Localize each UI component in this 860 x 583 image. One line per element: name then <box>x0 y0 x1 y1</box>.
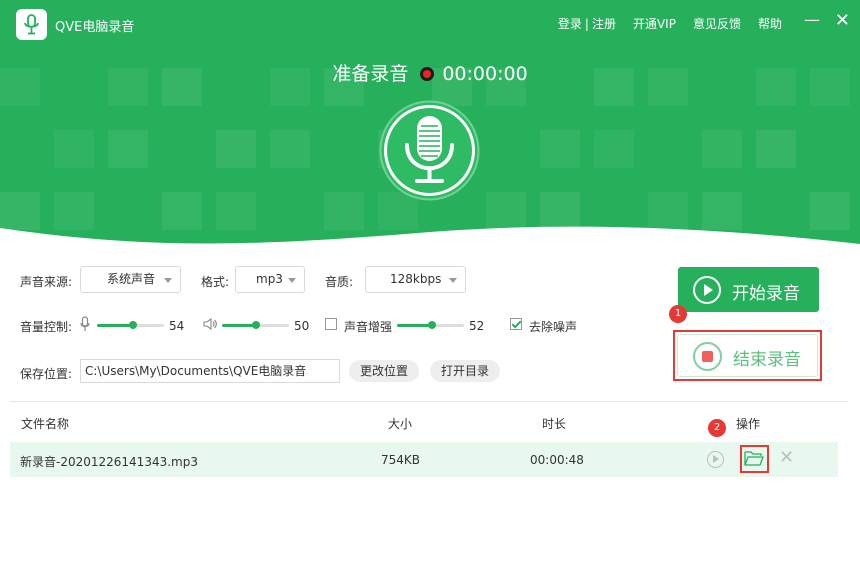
section-divider <box>10 401 848 402</box>
status-text: 准备录音 <box>332 63 409 85</box>
boost-checkbox[interactable] <box>325 318 337 330</box>
record-dot-icon <box>420 67 435 81</box>
column-header-size: 大小 <box>388 417 413 431</box>
nav-separator: | <box>584 16 589 31</box>
chevron-down-icon <box>449 278 457 283</box>
big-microphone-icon <box>379 100 480 201</box>
quality-value: 128kbps <box>390 272 442 286</box>
file-size: 754KB <box>381 453 421 467</box>
delete-close-icon[interactable]: ✕ <box>779 449 794 467</box>
format-label: 格式: <box>201 275 230 289</box>
boost-slider[interactable] <box>397 319 464 331</box>
denoise-label: 去除噪声 <box>529 320 578 334</box>
stop-icon <box>693 342 722 371</box>
change-location-button[interactable]: 更改位置 <box>349 360 419 382</box>
format-select[interactable]: mp3 <box>235 266 305 293</box>
slider-handle[interactable] <box>251 321 260 329</box>
slider-handle[interactable] <box>129 321 138 329</box>
table-row[interactable]: 新录音-20201226141343.mp3 754KB 00:00:48 ✕ <box>10 442 838 477</box>
start-recording-label: 开始录音 <box>732 284 800 304</box>
column-header-duration: 时长 <box>542 417 567 431</box>
source-value: 系统声音 <box>107 272 156 286</box>
volume-label: 音量控制: <box>20 320 73 334</box>
close-window-button[interactable]: ✕ <box>835 12 850 30</box>
open-directory-button[interactable]: 打开目录 <box>430 360 500 382</box>
record-timer: 00:00:00 <box>442 63 528 85</box>
source-select[interactable]: 系统声音 <box>80 266 181 293</box>
play-icon <box>693 276 721 304</box>
login-link[interactable]: 登录 <box>558 15 582 32</box>
speaker-volume-slider[interactable] <box>222 319 289 331</box>
top-navigation: 登录 | 注册 开通VIP 意见反馈 帮助 <box>558 15 782 32</box>
slider-handle[interactable] <box>427 321 436 329</box>
chevron-down-icon <box>288 278 296 283</box>
save-path-input[interactable]: C:\Users\My\Documents\QVE电脑录音 <box>80 359 340 383</box>
mic-volume-value: 54 <box>169 319 185 333</box>
app-logo <box>16 9 47 40</box>
file-name: 新录音-20201226141343.mp3 <box>20 455 198 469</box>
feedback-link[interactable]: 意见反馈 <box>693 15 741 32</box>
microphone-icon <box>24 14 39 35</box>
file-duration: 00:00:48 <box>530 453 584 467</box>
quality-select[interactable]: 128kbps <box>365 266 466 293</box>
speaker-volume-value: 50 <box>294 319 310 333</box>
column-header-name: 文件名称 <box>21 417 70 431</box>
chevron-down-icon <box>164 278 172 283</box>
record-status: 准备录音 00:00:00 <box>0 59 860 86</box>
help-link[interactable]: 帮助 <box>758 15 782 32</box>
register-link[interactable]: 注册 <box>592 15 616 32</box>
vip-link[interactable]: 开通VIP <box>633 15 676 32</box>
denoise-checkbox[interactable] <box>510 318 522 330</box>
annotation-badge-1: 1 <box>669 305 687 323</box>
start-recording-button[interactable]: 开始录音 <box>678 267 819 312</box>
speaker-icon <box>203 318 217 330</box>
boost-value: 52 <box>469 319 485 333</box>
play-icon[interactable] <box>707 451 724 468</box>
boost-label: 声音增强 <box>344 320 393 334</box>
annotation-badge-2: 2 <box>708 419 726 437</box>
header-banner: QVE电脑录音 登录 | 注册 开通VIP 意见反馈 帮助 — ✕ 准备录音 00… <box>0 0 860 248</box>
quality-label: 音质: <box>325 275 354 289</box>
stop-recording-button[interactable]: 结束录音 <box>677 334 818 377</box>
stop-recording-label: 结束录音 <box>733 350 801 370</box>
save-location-label: 保存位置: <box>20 367 73 381</box>
mic-volume-slider[interactable] <box>97 319 164 331</box>
minimize-button[interactable]: — <box>804 10 820 29</box>
column-header-operations: 操作 <box>736 417 761 431</box>
folder-icon[interactable] <box>744 450 764 467</box>
microphone-icon <box>80 316 90 331</box>
source-label: 声音来源: <box>20 275 73 289</box>
app-title: QVE电脑录音 <box>55 20 135 35</box>
format-value: mp3 <box>256 272 283 286</box>
